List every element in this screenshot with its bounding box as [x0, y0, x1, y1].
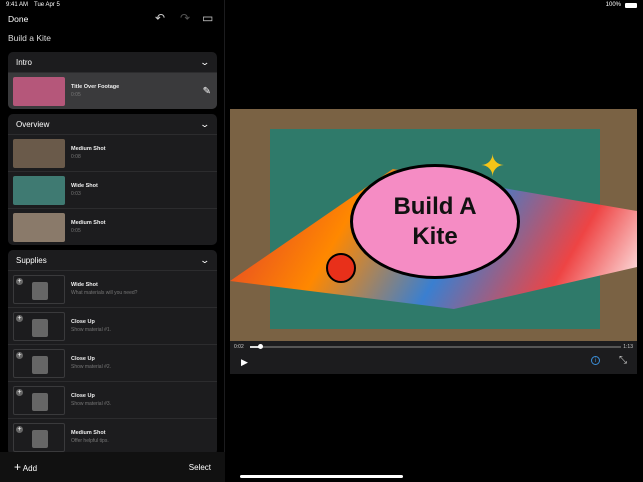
sidebar: Done ↶ ↷ ▭ Build a Kite Intro ⌄ Title Ove…: [0, 0, 225, 482]
clip-thumbnail: +: [13, 274, 65, 304]
fullscreen-icon[interactable]: ⤡: [619, 355, 627, 366]
clip-title: Medium Shot: [71, 430, 106, 436]
clip-title: Close Up: [71, 356, 95, 362]
section-header[interactable]: Intro ⌄: [8, 52, 217, 72]
add-button[interactable]: + Add: [14, 460, 37, 474]
select-button[interactable]: Select: [189, 463, 211, 472]
clip-thumbnail: [13, 212, 65, 242]
pencil-icon[interactable]: ✎: [203, 86, 211, 97]
clip-subtitle: 0:08: [71, 154, 81, 160]
clip-thumbnail: +: [13, 385, 65, 415]
clip-title: Wide Shot: [71, 282, 98, 288]
section-overview: Overview ⌄ Medium Shot 0:08 Wide Shot 0:03 …: [8, 114, 217, 245]
clip-thumbnail: +: [13, 422, 65, 452]
clip-row[interactable]: Wide Shot 0:03: [8, 171, 217, 208]
clip-subtitle: Show material #3.: [71, 401, 112, 407]
section-header[interactable]: Supplies ⌄: [8, 250, 217, 270]
plus-icon[interactable]: +: [16, 314, 23, 322]
clip-row[interactable]: + Medium Shot Offer helpful tips.: [8, 418, 217, 455]
clip-subtitle: Show material #1.: [71, 327, 112, 333]
status-time: 9:41 AM: [6, 2, 29, 8]
plus-icon[interactable]: +: [16, 388, 23, 396]
status-battery: 100%: [605, 2, 621, 8]
clip-row[interactable]: + Close Up Show material #2.: [8, 344, 217, 381]
clip-thumbnail: [13, 138, 65, 168]
info-icon[interactable]: i: [591, 356, 600, 365]
scrubber[interactable]: [250, 344, 621, 349]
plus-icon[interactable]: +: [16, 277, 23, 285]
clip-subtitle: 0:05: [71, 228, 81, 234]
video-preview[interactable]: Build A Kite ✦: [230, 109, 637, 341]
clip-row[interactable]: Medium Shot 0:08: [8, 134, 217, 171]
video-controls: 0:02 1:13 ▶ i ⤡: [230, 341, 637, 374]
redo-icon[interactable]: ↷: [180, 11, 190, 25]
bottom-bar: + Add Select: [0, 452, 225, 482]
clip-subtitle: Offer helpful tips.: [71, 438, 109, 444]
clip-title: Wide Shot: [71, 183, 98, 189]
clip-subtitle: 0:05: [71, 92, 81, 98]
clip-subtitle: What materials will you need?: [71, 290, 138, 296]
chevron-down-icon[interactable]: ⌄: [200, 57, 211, 68]
project-title: Build a Kite: [8, 33, 51, 43]
undo-icon[interactable]: ↶: [155, 11, 165, 25]
current-time: 0:02: [234, 344, 244, 350]
clip-row[interactable]: Medium Shot 0:05: [8, 208, 217, 245]
battery-icon: [625, 3, 637, 8]
section-supplies: Supplies ⌄ + Wide Shot What materials will …: [8, 250, 217, 455]
plus-icon: +: [14, 460, 22, 474]
clip-thumbnail: [13, 76, 65, 106]
chevron-down-icon[interactable]: ⌄: [200, 119, 211, 130]
plus-icon[interactable]: +: [16, 425, 23, 433]
status-date: Tue Apr 5: [34, 2, 60, 8]
add-clip-icon[interactable]: ▭: [202, 11, 213, 25]
section-header[interactable]: Overview ⌄: [8, 114, 217, 134]
clip-row[interactable]: + Wide Shot What materials will you need?: [8, 270, 217, 307]
done-button[interactable]: Done: [8, 14, 28, 24]
clip-row[interactable]: Title Over Footage 0:05 ✎: [8, 72, 217, 109]
clip-thumbnail: +: [13, 311, 65, 341]
star-icon: ✦: [480, 150, 506, 183]
clip-row[interactable]: + Close Up Show material #1.: [8, 307, 217, 344]
clip-title: Close Up: [71, 393, 95, 399]
clip-thumbnail: [13, 175, 65, 205]
clip-title: Title Over Footage: [71, 84, 120, 90]
total-time: 1:13: [623, 344, 633, 350]
clip-subtitle: Show material #2.: [71, 364, 112, 370]
section-intro: Intro ⌄ Title Over Footage 0:05 ✎: [8, 52, 217, 109]
clip-title: Medium Shot: [71, 220, 106, 226]
clip-row[interactable]: + Close Up Show material #3.: [8, 381, 217, 418]
clip-subtitle: 0:03: [71, 191, 81, 197]
chevron-down-icon[interactable]: ⌄: [200, 255, 211, 266]
plus-icon[interactable]: +: [16, 351, 23, 359]
play-icon[interactable]: ▶: [241, 357, 248, 368]
clip-title: Close Up: [71, 319, 95, 325]
clip-thumbnail: +: [13, 348, 65, 378]
clip-title: Medium Shot: [71, 146, 106, 152]
home-indicator: [240, 475, 403, 478]
